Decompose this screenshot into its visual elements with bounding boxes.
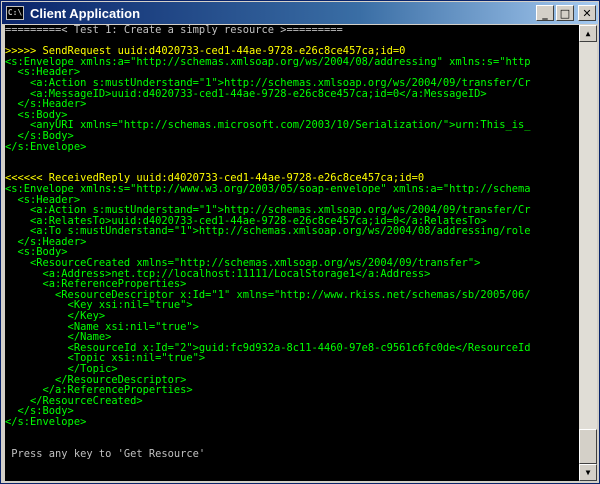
scroll-up-button[interactable]: ▲: [579, 25, 597, 42]
console-line: </ResourceCreated>: [5, 394, 143, 407]
console-line: </s:Envelope>: [5, 415, 87, 428]
console-line: </s:Body>: [5, 405, 74, 418]
console-line: <a:MessageID>uuid:d4020733-ced1-44ae-972…: [5, 87, 487, 100]
console-line: <a:Action s:mustUnderstand="1">http://sc…: [5, 76, 531, 89]
maximize-button[interactable]: □: [556, 5, 574, 21]
console-line: </Topic>: [5, 363, 118, 375]
minimize-icon: _: [542, 6, 548, 20]
scroll-down-button[interactable]: ▼: [579, 464, 597, 481]
arrow-down-icon: ▼: [585, 468, 591, 477]
title-bar[interactable]: C:\ Client Application _ □ ✕: [2, 2, 598, 24]
window-controls: _ □ ✕: [534, 5, 596, 21]
vertical-scrollbar[interactable]: ▲ ▼: [579, 25, 597, 481]
close-icon: ✕: [582, 6, 592, 20]
console-line: <s:Envelope xmlns:a="http://schemas.xmls…: [5, 55, 531, 68]
maximize-icon: □: [559, 6, 571, 20]
close-button[interactable]: ✕: [578, 5, 596, 21]
console-output[interactable]: =========< Test 1: Create a simply resou…: [5, 25, 579, 481]
console-line: =========< Test 1: Create a simply resou…: [5, 25, 343, 36]
window-title: Client Application: [30, 5, 141, 21]
console-line: </s:Header>: [5, 98, 87, 111]
console-window: C:\ Client Application _ □ ✕ =========< …: [0, 0, 600, 484]
console-line: </s:Body>: [5, 129, 74, 142]
console-line: <anyURI xmlns="http://schemas.microsoft.…: [5, 119, 531, 132]
console-line: Press any key to 'Get Resource': [5, 447, 206, 460]
console-line: <a:To s:mustUnderstand="1">http://schema…: [5, 225, 531, 238]
console-line: </s:Envelope>: [5, 140, 87, 153]
console-line: </s:Header>: [5, 235, 87, 248]
minimize-button[interactable]: _: [536, 5, 554, 21]
console-text: =========< Test 1: Create a simply resou…: [5, 25, 579, 459]
console-app-icon[interactable]: C:\: [6, 6, 24, 20]
arrow-up-icon: ▲: [585, 29, 591, 38]
console-line: <s:Envelope xmlns:s="http://www.w3.org/2…: [5, 182, 531, 195]
scrollbar-thumb[interactable]: [579, 429, 597, 464]
